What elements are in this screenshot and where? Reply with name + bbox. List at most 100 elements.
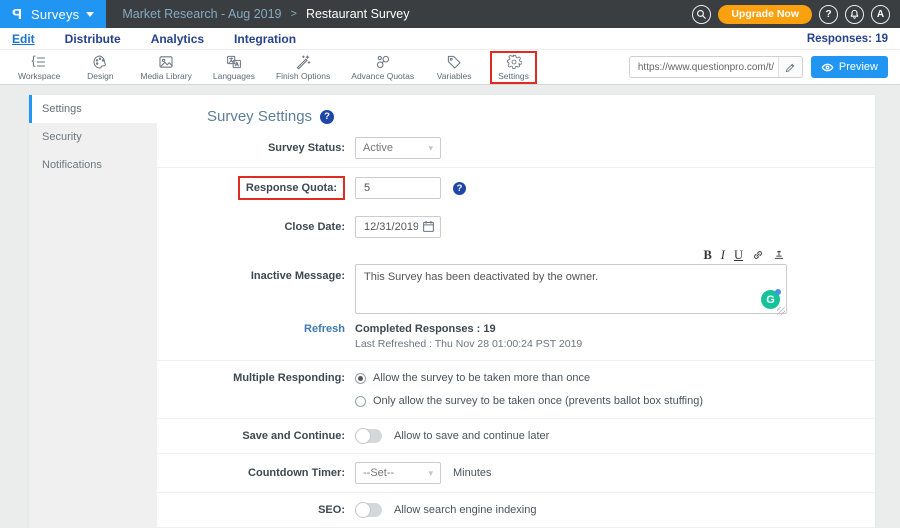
sidebar-item-settings[interactable]: Settings [29, 95, 157, 123]
countdown-timer-select[interactable]: --Set-- ▾ [355, 462, 441, 484]
toggle-knob-icon [355, 428, 371, 444]
resize-handle[interactable] [777, 307, 785, 315]
toolbar-label: Design [87, 71, 113, 81]
completed-responses: Completed Responses : 19 [355, 323, 582, 335]
toolbar-item-finish-options[interactable]: Finish Options [272, 53, 334, 82]
survey-status-label: Survey Status: [157, 142, 355, 154]
survey-url-box [629, 56, 803, 78]
breadcrumb-separator: > [291, 8, 297, 20]
calendar-icon[interactable] [422, 220, 435, 233]
toolbar-label: Languages [213, 71, 255, 81]
questionpro-logo-icon: P [12, 6, 22, 23]
eye-icon [821, 61, 834, 74]
edit-url-button[interactable] [778, 56, 802, 78]
inactive-message-label: Inactive Message: [157, 248, 355, 282]
toolbar-label: Finish Options [276, 71, 330, 81]
radio-option-multiple-allowed[interactable]: Allow the survey to be taken more than o… [355, 372, 703, 384]
surveys-menu[interactable]: P Surveys [0, 0, 106, 28]
toggle-knob-icon [355, 502, 371, 518]
response-quota-highlight-box: Response Quota: [238, 176, 345, 200]
workspace-icon [31, 54, 47, 70]
save-continue-row: Save and Continue: Allow to save and con… [157, 419, 875, 454]
search-button[interactable] [692, 5, 711, 24]
palette-icon [92, 54, 108, 70]
notifications-button[interactable] [845, 5, 864, 24]
chevron-down-icon [86, 12, 94, 17]
quotas-links-icon [375, 54, 391, 70]
preview-button[interactable]: Preview [811, 56, 888, 78]
save-continue-text: Allow to save and continue later [394, 430, 549, 442]
seo-toggle[interactable] [355, 503, 382, 517]
title-help-icon[interactable]: ? [320, 110, 334, 124]
link-icon[interactable] [752, 249, 764, 261]
gear-icon [506, 54, 522, 70]
clear-format-icon[interactable] [773, 249, 785, 261]
refresh-row: Refresh Completed Responses : 19 Last Re… [157, 321, 875, 361]
underline-button[interactable]: U [734, 249, 743, 261]
toolbar-item-variables[interactable]: Variables [431, 53, 477, 82]
toolbar-label: Advance Quotas [351, 71, 414, 81]
chevron-down-icon: ▾ [428, 143, 433, 154]
response-quota-row: Response Quota: ? [157, 168, 875, 208]
upgrade-now-button[interactable]: Upgrade Now [718, 5, 812, 24]
inactive-message-textarea[interactable]: This Survey has been deactivated by the … [355, 264, 787, 314]
toolbar-item-settings[interactable]: Settings [490, 51, 537, 84]
survey-url-input[interactable] [630, 57, 778, 77]
nav-tab-integration[interactable]: Integration [234, 32, 296, 46]
radio-option-label: Only allow the survey to be taken once (… [373, 395, 703, 407]
toolbar-item-media-library[interactable]: Media Library [136, 53, 196, 82]
inactive-message-field: This Survey has been deactivated by the … [355, 264, 787, 319]
toolbar-right: Preview [629, 56, 888, 78]
topbar-actions: Upgrade Now ? A [692, 5, 900, 24]
seo-label: SEO: [157, 504, 355, 516]
response-quota-input[interactable] [355, 177, 441, 199]
save-continue-toggle[interactable] [355, 429, 382, 443]
survey-status-select[interactable]: Active ▾ [355, 137, 441, 159]
toolbar-label: Settings [498, 71, 529, 81]
response-quota-help-icon[interactable]: ? [453, 182, 466, 195]
format-toolbar: B I U [355, 248, 787, 262]
breadcrumb-parent[interactable]: Market Research - Aug 2019 [122, 7, 281, 21]
nav-tab-edit[interactable]: Edit [12, 32, 35, 46]
radio-option-once-only[interactable]: Only allow the survey to be taken once (… [355, 395, 703, 407]
refresh-link[interactable]: Refresh [304, 323, 345, 335]
sidebar-item-notifications[interactable]: Notifications [29, 151, 157, 179]
toolbar-item-advance-quotas[interactable]: Advance Quotas [347, 53, 418, 82]
multiple-responding-label: Multiple Responding: [157, 372, 355, 384]
settings-sidebar: Settings Security Notifications [29, 95, 157, 528]
multiple-responding-row: Multiple Responding: Allow the survey to… [157, 361, 875, 419]
bold-button[interactable]: B [703, 249, 711, 261]
chevron-down-icon: ▾ [428, 468, 433, 479]
page-title: Survey Settings [207, 108, 312, 125]
toolbar-item-design[interactable]: Design [77, 53, 123, 82]
top-navbar: P Surveys Market Research - Aug 2019 > R… [0, 0, 900, 28]
sidebar-item-security[interactable]: Security [29, 123, 157, 151]
tag-icon [446, 54, 462, 70]
survey-toolbar: Workspace Design Media Library Languages… [0, 50, 900, 85]
toolbar-item-workspace[interactable]: Workspace [14, 53, 64, 82]
toolbar-label: Media Library [140, 71, 192, 81]
survey-status-row: Survey Status: Active ▾ [157, 129, 875, 168]
pencil-icon [785, 62, 796, 73]
toolbar-label: Workspace [18, 71, 60, 81]
magic-wand-icon [295, 54, 311, 70]
responses-count[interactable]: Responses: 19 [807, 33, 888, 45]
seo-row: SEO: Allow search engine indexing [157, 493, 875, 528]
close-date-label: Close Date: [157, 221, 355, 233]
account-avatar[interactable]: A [871, 5, 890, 24]
nav-tab-distribute[interactable]: Distribute [65, 32, 121, 46]
refresh-cell: Refresh [157, 323, 355, 335]
section-nav: Edit Distribute Analytics Integration Re… [0, 28, 900, 50]
preview-label: Preview [839, 61, 878, 73]
help-button[interactable]: ? [819, 5, 838, 24]
product-name: Surveys [31, 7, 79, 22]
countdown-timer-label: Countdown Timer: [157, 467, 355, 479]
search-icon [696, 9, 707, 20]
radio-unselected-icon [355, 396, 366, 407]
image-icon [158, 54, 174, 70]
nav-tab-analytics[interactable]: Analytics [151, 32, 204, 46]
italic-button[interactable]: I [721, 249, 725, 261]
toolbar-item-languages[interactable]: Languages [209, 53, 259, 82]
last-refreshed: Last Refreshed : Thu Nov 28 01:00:24 PST… [355, 338, 582, 350]
breadcrumb: Market Research - Aug 2019 > Restaurant … [122, 7, 409, 21]
